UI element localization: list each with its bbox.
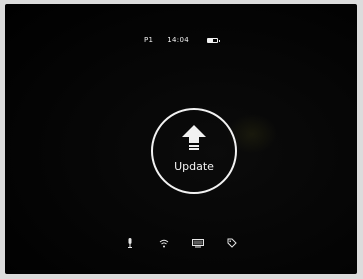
bottom-bar — [5, 237, 357, 249]
update-label: Update — [174, 160, 214, 173]
battery-icon — [206, 37, 220, 43]
wifi-icon[interactable] — [158, 237, 170, 249]
clock: 14:04 — [167, 36, 189, 44]
microphone-icon[interactable] — [124, 237, 136, 249]
monitor-icon[interactable] — [192, 237, 204, 249]
tag-icon[interactable] — [226, 237, 238, 249]
device-screen: P1 14:04 Update — [5, 4, 357, 274]
update-button[interactable]: Update — [151, 108, 237, 194]
upload-arrow-icon — [182, 125, 206, 150]
device-frame: P1 14:04 Update — [0, 0, 363, 279]
battery-fill — [207, 38, 214, 42]
profile-indicator: P1 — [144, 36, 154, 44]
status-bar: P1 14:04 — [5, 36, 357, 44]
